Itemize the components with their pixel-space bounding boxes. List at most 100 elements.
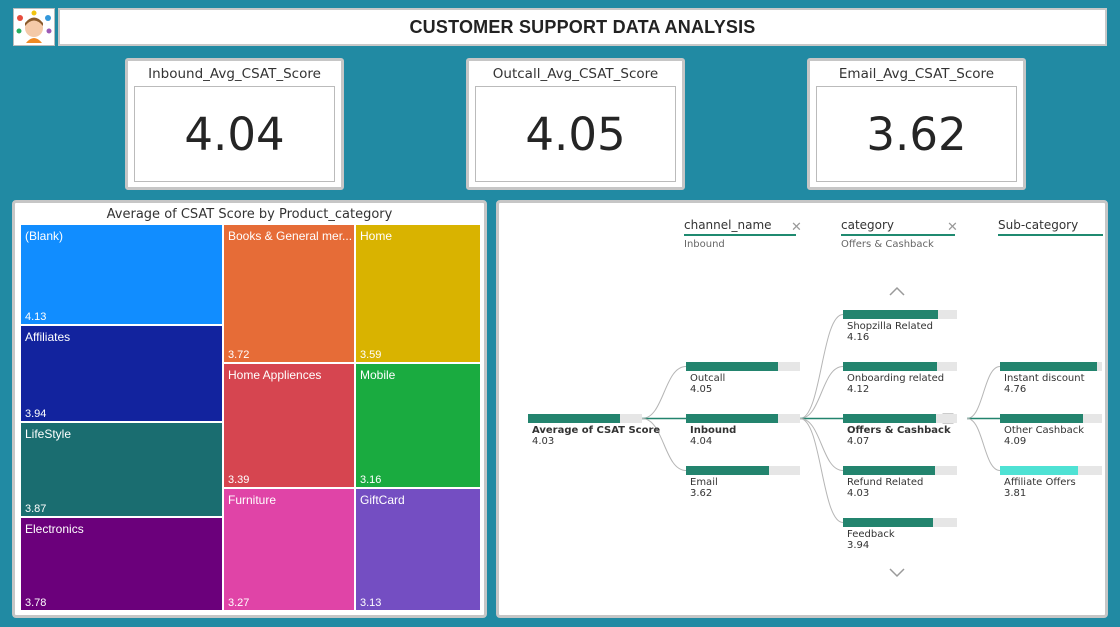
treemap-tile-label: Electronics [25,522,84,536]
decomposition-tree: channel_name Inbound ✕ category Offers & Cas… [499,203,1105,615]
tree-node-label: Email [690,477,718,488]
tree-node-bar-fill [843,466,935,475]
tree-node-value: 4.12 [847,384,870,395]
tree-node-value: 4.05 [690,384,713,395]
treemap-tile-value: 3.13 [360,597,382,609]
kpi-value: 3.62 [866,107,967,161]
tree-node-value: 4.04 [690,436,713,447]
treemap-tile[interactable]: Affiliates 3.94 [20,325,223,422]
level-header[interactable]: channel_name [684,218,796,236]
tree-node-bar-fill [843,310,938,319]
tree-node-label: Outcall [690,373,726,384]
tree-node-value: 4.76 [1004,384,1027,395]
treemap-tile[interactable]: GiftCard 3.13 [355,488,481,611]
treemap-tile[interactable]: (Blank) 4.13 [20,224,223,325]
treemap-tile[interactable]: Furniture 3.27 [223,488,355,611]
treemap-tile-label: LifeStyle [25,427,72,441]
tree-node-bar[interactable] [843,310,957,319]
tree-node-label: Inbound [690,425,737,436]
treemap-tile-value: 3.27 [228,597,250,609]
tree-node-bar[interactable] [843,466,957,475]
tree-node-bar-fill [686,362,779,371]
tree-node-bar-fill [843,414,936,423]
treemap-area: (Blank) 4.13 Affiliates 3.94 LifeStyle 3.87 El… [20,224,481,611]
tree-connector-line [641,366,687,419]
tree-node-bar-fill [1000,362,1098,371]
tree-node-bar[interactable] [686,414,800,423]
tree-node-bar[interactable] [843,414,957,423]
treemap-tile-value: 3.78 [25,597,47,609]
treemap-tile[interactable]: Mobile 3.16 [355,363,481,488]
close-icon[interactable]: ✕ [947,220,958,235]
tree-connector-line [799,418,844,523]
treemap-tile-label: Mobile [360,368,396,382]
treemap-title: Average of CSAT Score by Product_categor… [106,207,393,222]
tree-connectors [641,286,1001,578]
treemap-tile-label: Furniture [228,493,277,507]
kpi-value: 4.05 [525,107,626,161]
tree-node-value: 4.16 [847,332,870,343]
tree-node-bar[interactable] [1000,362,1102,371]
treemap-tile-label: Home Appliences [228,368,322,382]
tree-node-bar[interactable] [1000,414,1102,423]
tree-connector-line [966,366,1001,419]
tree-node-label: Average of CSAT Score [532,425,661,436]
tree-connector-line [799,314,844,419]
treemap-tile-label: (Blank) [25,229,64,243]
tree-node-label: Feedback [847,529,895,540]
chevron-up-icon[interactable] [889,286,905,296]
level-filter-value: Offers & Cashback [841,239,934,250]
decomposition-tree-panel: channel_name Inbound ✕ category Offers & Cas… [496,200,1108,618]
close-icon[interactable]: ✕ [791,220,802,235]
tree-node-label: Refund Related [847,477,924,488]
treemap-tile[interactable]: Home Appliences 3.39 [223,363,355,488]
treemap-panel: Average of CSAT Score by Product_categor… [12,200,487,618]
tree-node-bar[interactable] [843,362,957,371]
kpi-label: Outcall_Avg_CSAT_Score [492,66,659,82]
tree-node-bar[interactable] [528,414,642,423]
treemap-tile[interactable]: Books & General mer... 3.72 [223,224,355,363]
tree-node-value: 4.09 [1004,436,1027,447]
support-agent-avatar-icon [16,10,52,43]
tree-node-label: Shopzilla Related [847,321,934,332]
tree-node-bar[interactable] [686,466,800,475]
kpi-card-inbound[interactable]: Inbound_Avg_CSAT_Score 4.04 [125,58,344,190]
tree-connector-line [966,418,1001,471]
tree-node-label: Offers & Cashback [847,425,951,436]
treemap-tile-value: 4.13 [25,311,47,323]
level-header[interactable]: Sub-category [998,218,1103,236]
treemap-tile[interactable]: LifeStyle 3.87 [20,422,223,517]
treemap-tile-label: Books & General mer... [228,229,353,243]
treemap-tile[interactable]: Electronics 3.78 [20,517,223,611]
kpi-card-outcall[interactable]: Outcall_Avg_CSAT_Score 4.05 [466,58,685,190]
logo [13,8,55,46]
tree-node-value: 3.94 [847,540,870,551]
tree-node-bar[interactable] [686,362,800,371]
treemap-tile[interactable]: Home 3.59 [355,224,481,363]
level-header[interactable]: category [841,218,955,236]
tree-node-bar-fill [1000,414,1084,423]
tree-node-value: 4.03 [847,488,870,499]
kpi-card-email[interactable]: Email_Avg_CSAT_Score 3.62 [807,58,1026,190]
tree-node-bar-fill [1000,466,1078,475]
tree-node-bar[interactable] [1000,466,1102,475]
tree-node-bar-fill [686,414,779,423]
tree-node-bar-fill [843,362,937,371]
tree-connector-line [799,418,844,471]
kpi-value: 4.04 [184,107,285,161]
dashboard-title-bar: CUSTOMER SUPPORT DATA ANALYSIS [58,8,1107,46]
level-filter-value: Inbound [684,239,725,250]
tree-node-value: 4.03 [532,436,555,447]
tree-connector-line [799,366,844,419]
kpi-label: Email_Avg_CSAT_Score [838,66,995,82]
tree-node-value: 4.07 [847,436,870,447]
treemap-tile-value: 3.16 [360,474,382,486]
dashboard-title: CUSTOMER SUPPORT DATA ANALYSIS [409,16,756,37]
tree-node-label: Other Cashback [1004,425,1084,436]
tree-node-bar-fill [843,518,933,527]
kpi-label: Inbound_Avg_CSAT_Score [148,66,321,82]
tree-node-bar[interactable] [843,518,957,527]
treemap-tile-value: 3.87 [25,503,47,515]
chevron-down-icon[interactable] [889,568,905,578]
tree-node-label: Onboarding related [847,373,945,384]
